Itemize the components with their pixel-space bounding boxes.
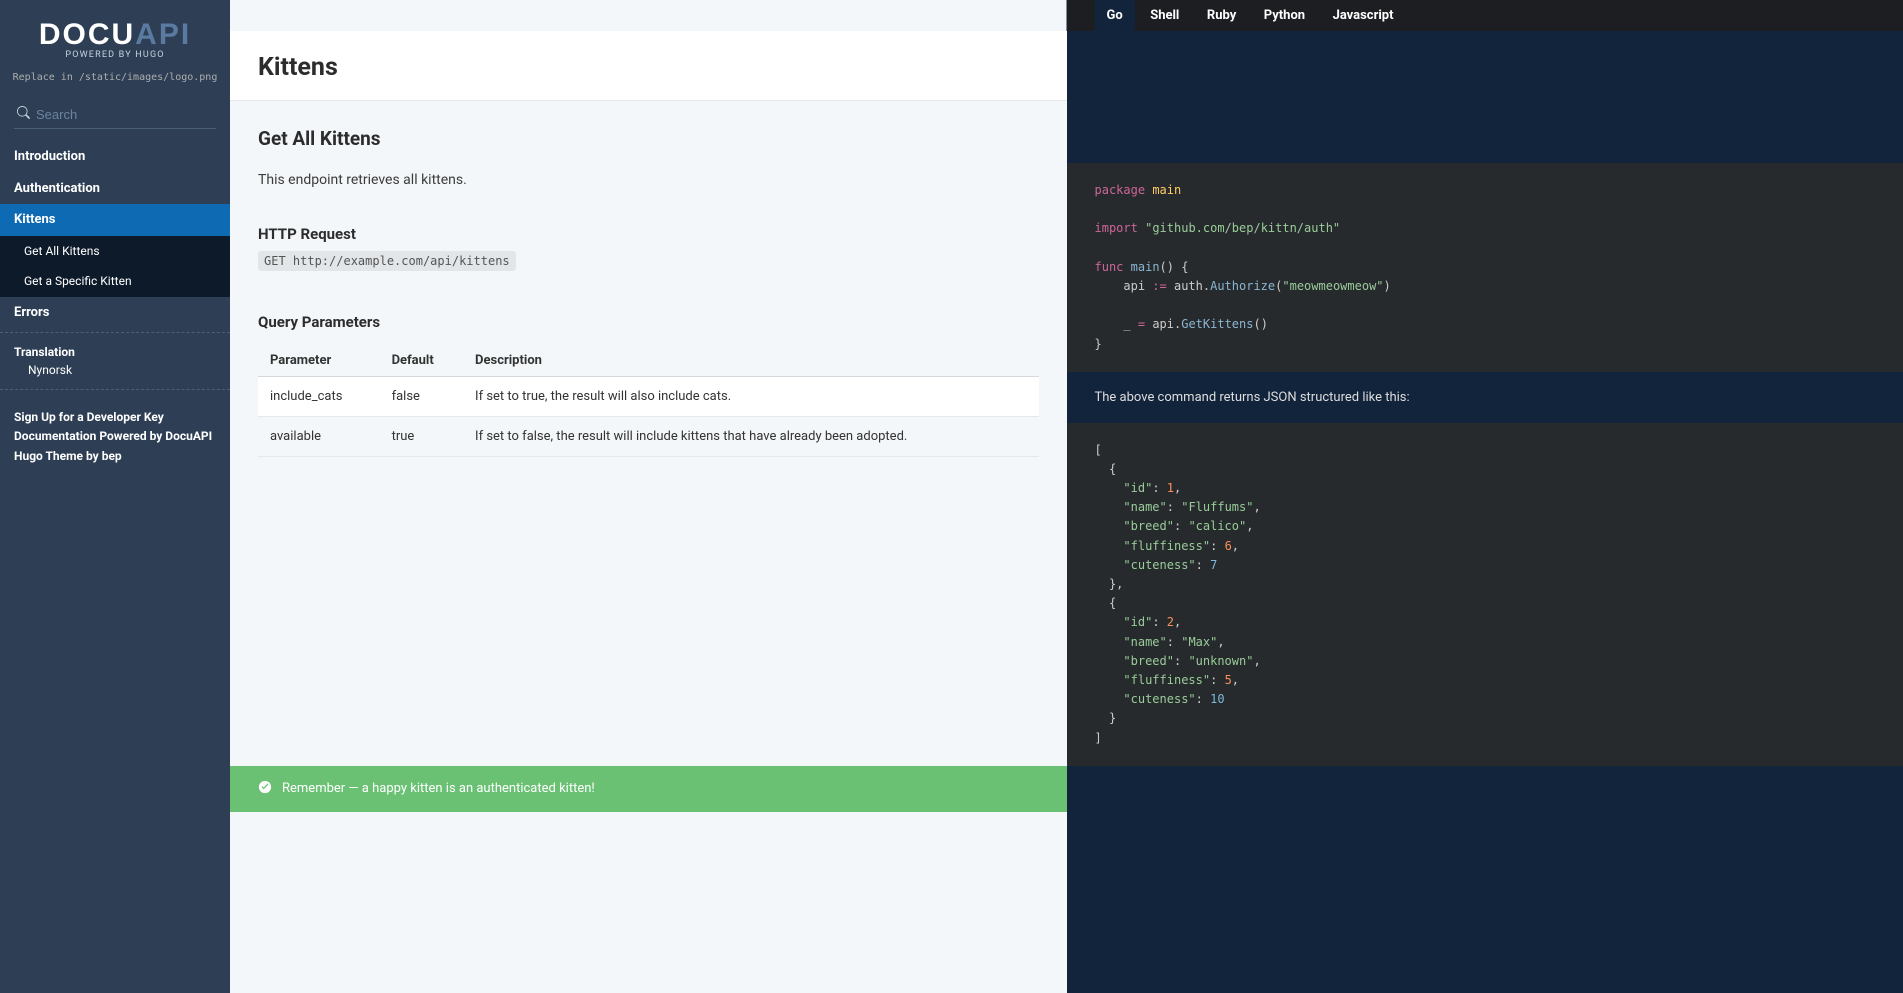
cell-default: false xyxy=(380,377,463,417)
th-description: Description xyxy=(463,345,1038,377)
table-row: include_cats false If set to true, the r… xyxy=(258,377,1039,417)
logo-area: DOCUAPI POWERED BY HUGO Replace in /stat… xyxy=(0,0,230,93)
nav-sub-kittens: Get All Kittens Get a Specific Kitten xyxy=(0,236,230,297)
search-icon xyxy=(17,106,30,123)
right-spacer-2 xyxy=(1067,766,1903,812)
page-title: Kittens xyxy=(258,31,1039,100)
tab-javascript[interactable]: Javascript xyxy=(1321,0,1406,31)
right-spacer-1 xyxy=(1067,31,1903,101)
translation-nynorsk[interactable]: Nynorsk xyxy=(0,361,230,385)
code-json-response: [ { "id": 1, "name": "Fluffums", "breed"… xyxy=(1067,423,1903,766)
cell-default: true xyxy=(380,417,463,457)
notice-success: Remember — a happy kitten is an authenti… xyxy=(230,766,1067,812)
json-intro-text: The above command returns JSON structure… xyxy=(1095,372,1876,423)
heading-http-request-1: HTTP Request xyxy=(258,201,1039,251)
tab-python[interactable]: Python xyxy=(1252,0,1317,31)
tab-shell[interactable]: Shell xyxy=(1138,0,1191,31)
logo-replace-hint: Replace in /static/images/logo.png xyxy=(10,72,220,83)
search-wrap xyxy=(0,93,230,141)
code-http-1: GET http://example.com/api/kittens xyxy=(258,251,516,271)
footer-hugo-link[interactable]: Hugo Theme by bep xyxy=(14,447,216,466)
cell-param: available xyxy=(258,417,380,457)
spacer-after-all xyxy=(230,812,1067,993)
footer-links: Sign Up for a Developer Key Documentatio… xyxy=(0,394,230,480)
cell-param: include_cats xyxy=(258,377,380,417)
notice-success-text: Remember — a happy kitten is an authenti… xyxy=(282,781,595,796)
table-row: available true If set to false, the resu… xyxy=(258,417,1039,457)
logo-text-2: API xyxy=(135,18,191,51)
tab-go[interactable]: Go xyxy=(1095,0,1135,31)
title-section: Kittens xyxy=(230,31,1067,101)
language-tabs: Go Shell Ruby Python Javascript xyxy=(1067,0,1903,31)
nav-sub-all-link[interactable]: Get All Kittens xyxy=(0,236,230,266)
cell-desc: If set to true, the result will also inc… xyxy=(463,377,1038,417)
heading-get-all: Get All Kittens xyxy=(258,101,1039,160)
nav-sub-specific[interactable]: Get a Specific Kitten xyxy=(0,266,230,296)
logo-text-1: DOCU xyxy=(39,18,135,51)
nav-divider xyxy=(0,332,230,333)
nav-errors[interactable]: Errors xyxy=(0,297,230,329)
nav-errors-link[interactable]: Errors xyxy=(0,297,230,329)
code-go-get-all: package main import "github.com/bep/kitt… xyxy=(1067,163,1903,372)
nav-sub-specific-link[interactable]: Get a Specific Kitten xyxy=(0,266,230,296)
th-parameter: Parameter xyxy=(258,345,380,377)
th-default: Default xyxy=(380,345,463,377)
nav-divider-2 xyxy=(0,389,230,390)
nav-authentication-link[interactable]: Authentication xyxy=(0,173,230,205)
footer-signup-link[interactable]: Sign Up for a Developer Key xyxy=(14,408,216,427)
tab-ruby[interactable]: Ruby xyxy=(1195,0,1248,31)
right-code-get-all: package main import "github.com/bep/kitt… xyxy=(1067,101,1903,766)
translation-label: Translation xyxy=(0,337,230,361)
nav-kittens[interactable]: Kittens Get All Kittens Get a Specific K… xyxy=(0,204,230,296)
right-spacer-3 xyxy=(1067,812,1903,993)
cell-desc: If set to false, the result will include… xyxy=(463,417,1038,457)
check-circle-icon xyxy=(258,780,272,798)
nav-sub-all[interactable]: Get All Kittens xyxy=(0,236,230,266)
section-get-all: Get All Kittens This endpoint retrieves … xyxy=(230,101,1067,766)
sidebar: DOCUAPI POWERED BY HUGO Replace in /stat… xyxy=(0,0,230,993)
params-table: Parameter Default Description include_ca… xyxy=(258,345,1039,457)
nav-authentication[interactable]: Authentication xyxy=(0,173,230,205)
search-input[interactable] xyxy=(14,103,216,129)
nav-introduction-link[interactable]: Introduction xyxy=(0,141,230,173)
heading-query-params: Query Parameters xyxy=(258,289,1039,339)
nav-list: Introduction Authentication Kittens Get … xyxy=(0,141,230,328)
desc-get-all: This endpoint retrieves all kittens. xyxy=(258,160,1039,201)
logo: DOCUAPI xyxy=(10,18,220,52)
nav-introduction[interactable]: Introduction xyxy=(0,141,230,173)
main-content: Go Shell Ruby Python Javascript Kittens … xyxy=(230,0,1903,993)
nav-kittens-link[interactable]: Kittens xyxy=(0,204,230,236)
footer-docuapi-link[interactable]: Documentation Powered by DocuAPI xyxy=(14,427,216,446)
